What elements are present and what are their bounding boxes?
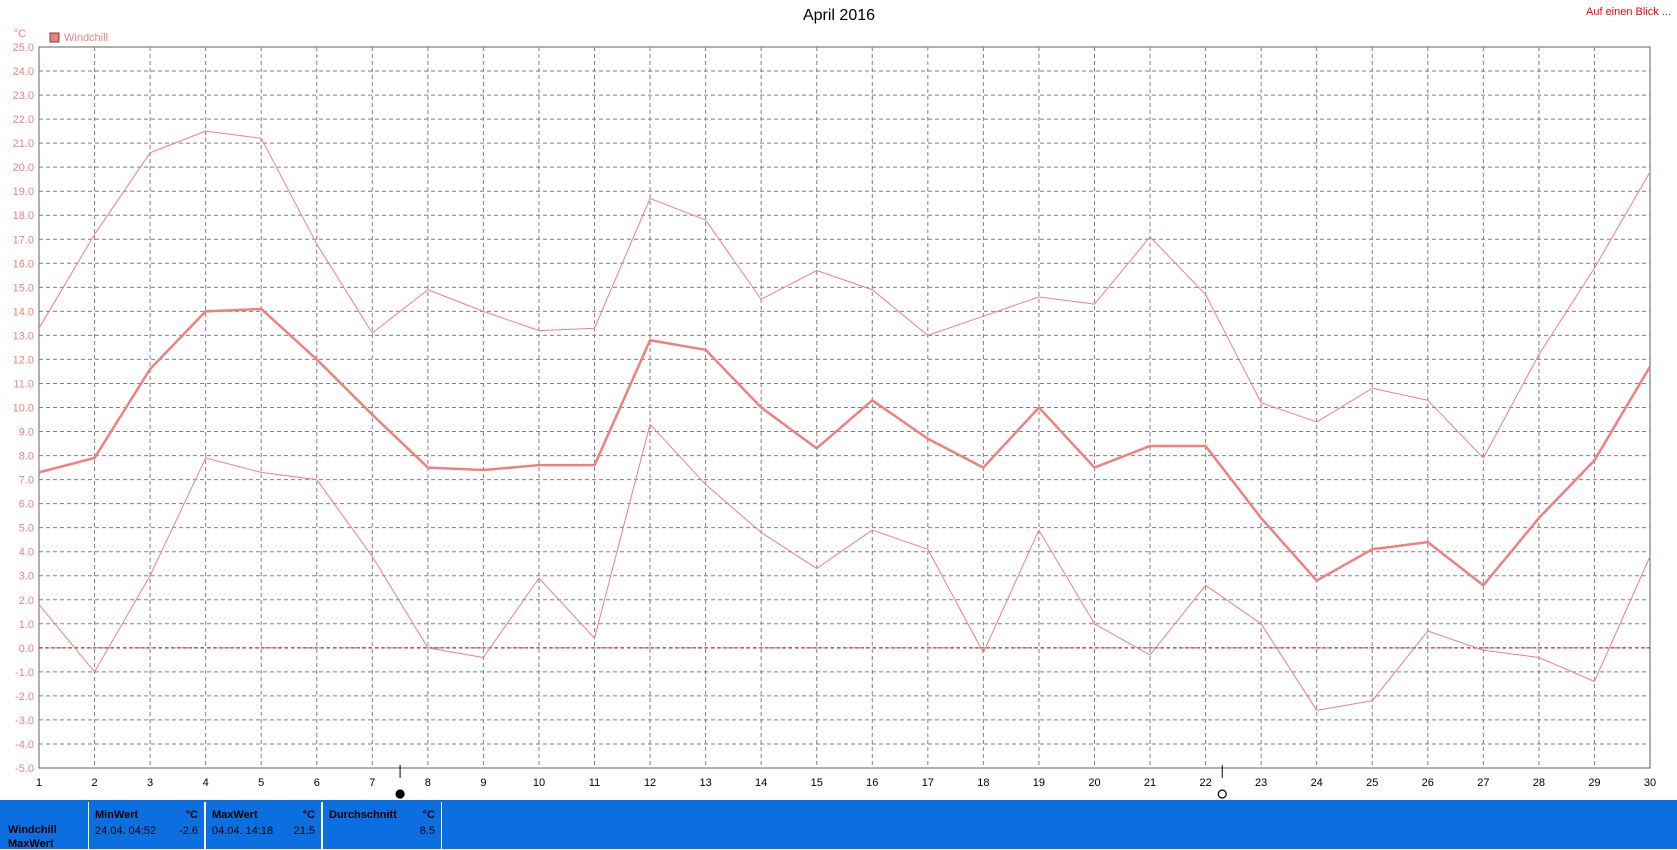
x-tick-label: 24 bbox=[1311, 777, 1323, 789]
y-tick-label: 3.0 bbox=[19, 571, 34, 583]
y-tick-label: 23.0 bbox=[13, 90, 34, 102]
min-unit: °C bbox=[185, 809, 198, 821]
y-unit-label: °C bbox=[14, 28, 26, 40]
x-tick-label: 21 bbox=[1144, 777, 1156, 789]
x-tick-label: 20 bbox=[1088, 777, 1100, 789]
stats-row-label-windchill: Windchill bbox=[8, 824, 57, 836]
x-tick-label: 22 bbox=[1199, 777, 1211, 789]
stats-row-label-maxwert: MaxWert bbox=[8, 838, 54, 850]
y-tick-label: -1.0 bbox=[15, 667, 34, 679]
x-tick-label: 26 bbox=[1422, 777, 1434, 789]
stats-min-panel: MinWert °C 24.04. 04:52 -2.6 bbox=[88, 802, 205, 849]
max-value: 21.5 bbox=[293, 825, 315, 837]
x-tick-label: 5 bbox=[258, 777, 264, 789]
x-tick-label: 10 bbox=[533, 777, 545, 789]
x-tick-label: 27 bbox=[1477, 777, 1489, 789]
x-tick-label: 23 bbox=[1255, 777, 1267, 789]
y-tick-label: 8.0 bbox=[19, 451, 34, 463]
y-tick-label: -5.0 bbox=[15, 763, 34, 775]
plot-area: -5.0 -4.0 -3.0 -2.0 -1.0 0.0 1.0 2.0 3.0 4.0 5.0 6.… bbox=[13, 42, 1656, 799]
x-tick-label: 17 bbox=[922, 777, 934, 789]
x-tick-label: 29 bbox=[1588, 777, 1600, 789]
y-tick-label: 24.0 bbox=[13, 66, 34, 78]
x-tick-label: 2 bbox=[91, 777, 97, 789]
stats-panel: Windchill MaxWert MinWert °C 24.04. 04:5… bbox=[0, 800, 1677, 850]
y-tick-label: 19.0 bbox=[13, 186, 34, 198]
y-tick-label: 16.0 bbox=[13, 258, 34, 270]
legend-swatch-windchill bbox=[49, 32, 60, 43]
stats-max-panel: MaxWert °C 04.04. 14:18 21.5 bbox=[205, 802, 322, 849]
y-tick-label: 5.0 bbox=[19, 523, 34, 535]
x-tick-label: 9 bbox=[480, 777, 486, 789]
y-tick-label: 14.0 bbox=[13, 306, 34, 318]
y-tick-label: 12.0 bbox=[13, 354, 34, 366]
min-date: 24.04. 04:52 bbox=[95, 825, 157, 837]
y-tick-label: 7.0 bbox=[19, 475, 34, 487]
x-tick-label: 18 bbox=[977, 777, 989, 789]
x-tick-label: 3 bbox=[147, 777, 153, 789]
x-tick-label: 1 bbox=[36, 777, 42, 789]
y-tick-label: 20.0 bbox=[13, 162, 34, 174]
y-tick-label: 4.0 bbox=[19, 547, 34, 559]
avg-unit: °C bbox=[422, 809, 435, 821]
legend-label-windchill: Windchill bbox=[64, 32, 108, 44]
x-tick-label: 14 bbox=[755, 777, 767, 789]
y-tick-label: 0.0 bbox=[19, 643, 34, 655]
x-tick-label: 15 bbox=[811, 777, 823, 789]
x-tick-label: 13 bbox=[699, 777, 711, 789]
max-header: MaxWert bbox=[212, 809, 258, 821]
y-tick-label: 2.0 bbox=[19, 595, 34, 607]
x-tick-label: 4 bbox=[203, 777, 209, 789]
x-tick-label: 11 bbox=[589, 777, 600, 789]
y-tick-label: 21.0 bbox=[13, 138, 34, 150]
chart-title: April 2016 bbox=[803, 7, 875, 24]
y-tick-label: 1.0 bbox=[19, 619, 34, 631]
legend: Windchill bbox=[49, 32, 108, 44]
y-tick-label: -3.0 bbox=[15, 715, 34, 727]
overview-link[interactable]: Auf einen Blick ... bbox=[1586, 6, 1671, 18]
y-tick-label: 15.0 bbox=[13, 282, 34, 294]
max-unit: °C bbox=[302, 809, 315, 821]
x-tick-label: 25 bbox=[1366, 777, 1378, 789]
avg-header: Durchschnitt bbox=[329, 809, 397, 821]
windchill-chart: April 2016 Auf einen Blick ... °C Windch… bbox=[13, 6, 1671, 799]
y-tick-label: 11.0 bbox=[13, 378, 34, 390]
x-tick-label: 16 bbox=[866, 777, 878, 789]
y-tick-label: 13.0 bbox=[13, 330, 34, 342]
avg-value: 8.5 bbox=[419, 825, 435, 837]
x-tick-label: 30 bbox=[1644, 777, 1656, 789]
y-tick-label: -2.0 bbox=[15, 691, 34, 703]
x-tick-label: 12 bbox=[644, 777, 656, 789]
y-tick-label: 6.0 bbox=[19, 499, 34, 511]
max-date: 04.04. 14:18 bbox=[212, 825, 274, 837]
x-tick-label: 19 bbox=[1033, 777, 1045, 789]
min-value: -2.6 bbox=[179, 825, 198, 837]
marker-open-circle-icon bbox=[1217, 789, 1227, 799]
min-header: MinWert bbox=[95, 809, 139, 821]
x-tick-label: 7 bbox=[369, 777, 375, 789]
x-tick-label: 28 bbox=[1533, 777, 1545, 789]
stats-avg-panel: Durchschnitt °C 8.5 bbox=[322, 802, 442, 849]
y-tick-label: 25.0 bbox=[13, 42, 34, 54]
y-tick-label: -4.0 bbox=[15, 739, 34, 751]
x-tick-label: 6 bbox=[314, 777, 320, 789]
y-tick-label: 22.0 bbox=[13, 114, 34, 126]
x-tick-label: 8 bbox=[425, 777, 431, 789]
y-tick-label: 9.0 bbox=[19, 427, 34, 439]
y-tick-label: 10.0 bbox=[13, 403, 34, 415]
y-tick-label: 18.0 bbox=[13, 210, 34, 222]
y-tick-label: 17.0 bbox=[13, 234, 34, 246]
marker-filled-circle-icon bbox=[395, 789, 405, 799]
